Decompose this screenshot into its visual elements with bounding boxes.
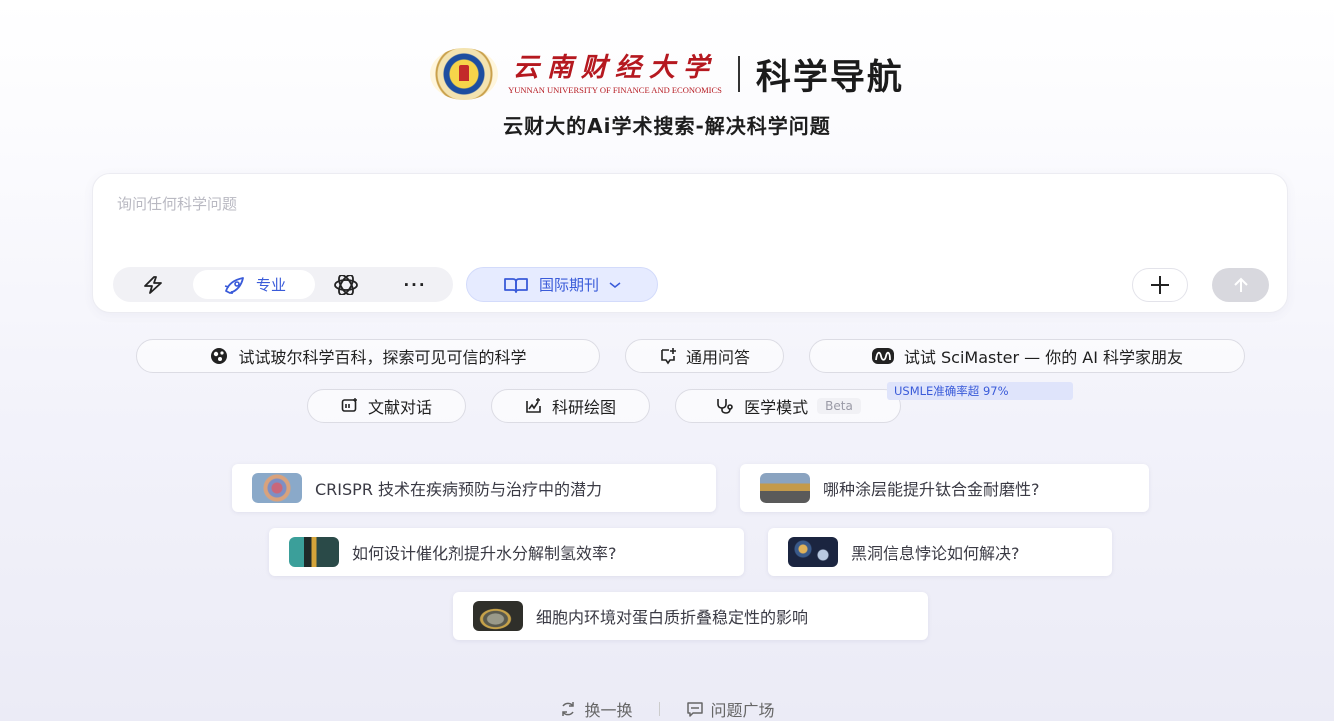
mode-selector: 专业 ··· bbox=[113, 267, 453, 302]
atom-icon bbox=[334, 274, 358, 295]
doc-chat-icon bbox=[341, 398, 357, 412]
book-icon bbox=[504, 277, 528, 293]
mode-pro-button[interactable]: 专业 bbox=[193, 270, 315, 299]
footer: 换一换 问题广场 bbox=[0, 697, 1334, 721]
university-name-en: YUNNAN UNIVERSITY OF FINANCE AND ECONOMI… bbox=[508, 85, 722, 95]
draw-icon bbox=[526, 398, 541, 413]
suggestion-label: 哪种涂层能提升钛合金耐磨性? bbox=[823, 480, 1040, 499]
protein-thumbnail bbox=[473, 601, 523, 631]
usmle-accuracy-tag: USMLE准确率超 97% bbox=[887, 382, 1073, 400]
university-seal-logo bbox=[430, 48, 499, 100]
suggestion-card[interactable]: CRISPR 技术在疾病预防与治疗中的潜力 bbox=[232, 464, 716, 512]
search-card: 专业 ··· 国际期刊 bbox=[92, 173, 1288, 313]
page-subtitle: 云财大的Ai学术搜索-解决科学问题 bbox=[503, 114, 831, 138]
refresh-icon bbox=[562, 702, 575, 716]
send-button[interactable] bbox=[1212, 268, 1269, 302]
stethoscope-icon bbox=[717, 399, 733, 414]
beta-badge: Beta bbox=[817, 398, 861, 414]
scimaster-chip[interactable]: 试试 SciMaster — 你的 AI 科学家朋友 bbox=[809, 339, 1245, 373]
suggestion-label: CRISPR 技术在疾病预防与治疗中的潜力 bbox=[315, 480, 603, 499]
university-name-cn: 云南财经大学 bbox=[512, 53, 717, 83]
chevron-down-icon bbox=[609, 281, 621, 288]
question-plaza-label: 问题广场 bbox=[710, 701, 775, 720]
suggestion-label: 黑洞信息悖论如何解决? bbox=[851, 544, 1020, 563]
footer-divider bbox=[658, 702, 660, 716]
chat-plus-icon bbox=[661, 348, 676, 365]
header: 云南财经大学 YUNNAN UNIVERSITY OF FINANCE AND … bbox=[0, 48, 1334, 100]
scimaster-label: 试试 SciMaster — 你的 AI 科学家朋友 bbox=[903, 348, 1184, 367]
suggestion-label: 细胞内环境对蛋白质折叠稳定性的影响 bbox=[536, 608, 809, 627]
question-plaza-link[interactable]: 问题广场 bbox=[686, 697, 775, 721]
research-drawing-label: 科研绘图 bbox=[551, 398, 616, 417]
catalyst-thumbnail bbox=[289, 537, 339, 567]
crispr-thumbnail bbox=[252, 473, 302, 503]
general-qa-label: 通用问答 bbox=[685, 348, 750, 367]
blackhole-thumbnail bbox=[788, 537, 838, 567]
suggestion-label: 如何设计催化剂提升水分解制氢效率? bbox=[352, 544, 617, 563]
research-drawing-chip[interactable]: 科研绘图 bbox=[491, 389, 650, 423]
literature-chat-label: 文献对话 bbox=[367, 398, 432, 417]
mode-pro-label: 专业 bbox=[255, 276, 286, 294]
scimaster-icon bbox=[871, 348, 894, 364]
rocket-icon bbox=[224, 276, 244, 294]
medical-mode-chip[interactable]: 医学模式 Beta bbox=[675, 389, 901, 423]
refresh-button[interactable]: 换一换 bbox=[559, 697, 633, 721]
general-qa-chip[interactable]: 通用问答 bbox=[625, 339, 784, 373]
suggestion-card[interactable]: 黑洞信息悖论如何解决? bbox=[768, 528, 1112, 576]
journal-filter-dropdown[interactable]: 国际期刊 bbox=[466, 267, 658, 302]
plus-icon bbox=[1151, 276, 1169, 294]
journal-filter-label: 国际期刊 bbox=[538, 276, 599, 294]
bohr-icon bbox=[211, 348, 228, 364]
more-modes-button[interactable]: ··· bbox=[377, 270, 453, 299]
brand-title: 科学导航 bbox=[755, 57, 904, 98]
bohr-encyclopedia-chip[interactable]: 试试玻尔科学百科，探索可见可信的科学 bbox=[136, 339, 600, 373]
add-attachment-button[interactable] bbox=[1132, 268, 1188, 302]
mode-quick-button[interactable] bbox=[113, 270, 193, 299]
mode-atom-button[interactable] bbox=[315, 270, 377, 299]
titanium-thumbnail bbox=[760, 473, 810, 503]
header-divider bbox=[737, 56, 740, 92]
university-name: 云南财经大学 YUNNAN UNIVERSITY OF FINANCE AND … bbox=[508, 53, 722, 95]
refresh-label: 换一换 bbox=[584, 701, 633, 720]
message-icon bbox=[686, 702, 703, 717]
lightning-icon bbox=[144, 275, 162, 294]
bohr-chip-label: 试试玻尔科学百科，探索可见可信的科学 bbox=[238, 348, 527, 367]
suggestion-card[interactable]: 细胞内环境对蛋白质折叠稳定性的影响 bbox=[453, 592, 928, 640]
suggestion-card[interactable]: 哪种涂层能提升钛合金耐磨性? bbox=[740, 464, 1149, 512]
search-input[interactable] bbox=[117, 192, 1217, 216]
medical-mode-label: 医学模式 bbox=[744, 398, 809, 417]
suggestion-card[interactable]: 如何设计催化剂提升水分解制氢效率? bbox=[269, 528, 744, 576]
literature-chat-chip[interactable]: 文献对话 bbox=[307, 389, 466, 423]
arrow-up-icon bbox=[1233, 277, 1248, 292]
